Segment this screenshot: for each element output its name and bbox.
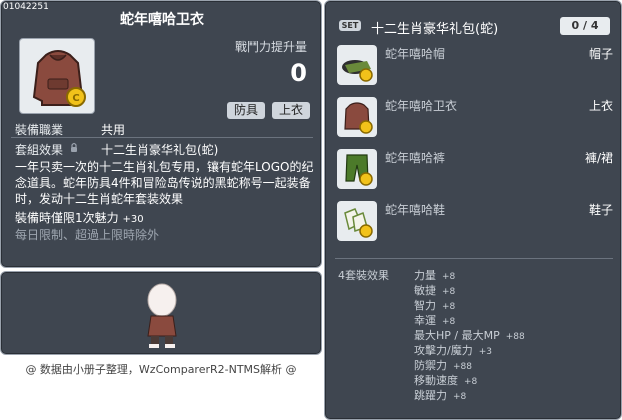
set-effect-value: 十二生肖豪华礼包(蛇) [101,143,219,157]
set-piece-pants[interactable]: 蛇年嘻哈裤 褲/裙 [337,145,613,193]
set-effect-count-label: 4套裝效果 [338,269,389,282]
job-label: 裝備職業 [15,123,64,137]
effect-row: 最大HP / 最大MP +88 [414,327,525,342]
divider [11,137,313,138]
hoodie-icon [344,102,373,134]
character-avatar [147,283,177,348]
piece-icon-frame [337,45,377,85]
item-description: 一年只卖一次的十二生肖礼包专用，镶有蛇年LOGO的纪念道具。蛇年防具4件和冒险岛… [15,160,314,206]
effect-value: +8 [442,287,456,297]
hoodie-icon: C [32,50,86,107]
set-piece-hat[interactable]: 蛇年嘻哈帽 帽子 [337,41,613,89]
effect-label: 移動速度 [414,374,458,387]
combat-power-label: 戰鬥力提升量 [234,40,307,54]
effect-label: 智力 [414,299,436,312]
effect-value: +8 [442,317,456,327]
effect-label: 跳躍力 [414,389,447,402]
pants-icon [345,154,373,186]
lock-icon [71,142,77,152]
piece-slot: 褲/裙 [584,151,613,165]
hat-icon [342,60,373,82]
divider [335,258,613,259]
piece-icon-frame [337,201,377,241]
set-effect-label: 套組效果 [15,143,64,157]
item-tooltip-panel: 01042251 蛇年嘻哈卫衣 C 戰鬥力提升量 0 防具 上衣 裝備職業 共用… [0,0,322,268]
effect-row: 幸運 +8 [414,312,456,327]
charm-stat: 裝備時僅限1次魅力 +30 [15,209,144,226]
effect-value: +8 [464,377,478,387]
effect-row: 智力 +8 [414,297,456,312]
restriction-note: 每日限制、超過上限時除外 [15,228,160,242]
effect-value: +88 [453,362,472,372]
effect-label: 幸運 [414,314,436,327]
effect-value: +8 [442,302,456,312]
set-piece-hoodie[interactable]: 蛇年嘻哈卫衣 上衣 [337,93,613,141]
set-count: 0 / 4 [560,17,610,35]
category-top-button[interactable]: 上衣 [272,102,310,119]
effect-label: 力量 [414,269,436,282]
effect-value: +88 [505,332,525,342]
shoes-icon [344,208,373,238]
set-badge: SET [339,20,361,31]
set-piece-shoes[interactable]: 蛇年嘻哈鞋 鞋子 [337,197,613,245]
character-preview-panel [0,271,322,355]
set-info-panel: SET 十二生肖豪华礼包(蛇) 0 / 4 蛇年嘻哈帽 帽子 蛇年嘻哈卫衣 上衣 [324,0,622,420]
effect-row: 防禦力 +88 [414,357,472,372]
effect-value: +8 [442,272,456,282]
effect-value: +3 [478,347,492,357]
combat-power-value: 0 [290,59,307,87]
effect-row: 攻擊力/魔力 +3 [414,342,492,357]
effect-row: 敏捷 +8 [414,282,456,297]
piece-name: 蛇年嘻哈卫衣 [385,99,458,113]
set-name: 十二生肖豪华礼包(蛇) [371,22,499,37]
effect-row: 力量 +8 [414,267,456,282]
piece-icon-frame [337,97,377,137]
effect-label: 防禦力 [414,359,447,372]
effect-row: 移動速度 +8 [414,372,478,387]
data-credit: @ 数据由小册子整理，WzComparerR2-NTMS解析 @ [25,363,297,376]
piece-slot: 上衣 [588,99,613,113]
svg-text:C: C [72,93,79,104]
piece-slot: 帽子 [588,47,613,61]
effect-row: 跳躍力 +8 [414,387,467,402]
job-value: 共用 [101,123,126,137]
piece-name: 蛇年嘻哈帽 [385,47,446,61]
piece-name: 蛇年嘻哈裤 [385,151,446,165]
charm-stat-label: 裝備時僅限1次魅力 [15,211,119,225]
piece-slot: 鞋子 [588,203,613,217]
item-icon-frame: C [19,38,95,114]
piece-name: 蛇年嘻哈鞋 [385,203,446,217]
charm-stat-value: +30 [122,214,144,225]
category-armor-button[interactable]: 防具 [227,102,265,119]
item-title: 蛇年嘻哈卫衣 [120,12,204,28]
effect-label: 攻擊力/魔力 [414,344,473,357]
effect-value: +8 [453,392,467,402]
effect-label: 敏捷 [414,284,436,297]
effect-label: 最大HP / 最大MP [414,329,500,342]
piece-icon-frame [337,149,377,189]
